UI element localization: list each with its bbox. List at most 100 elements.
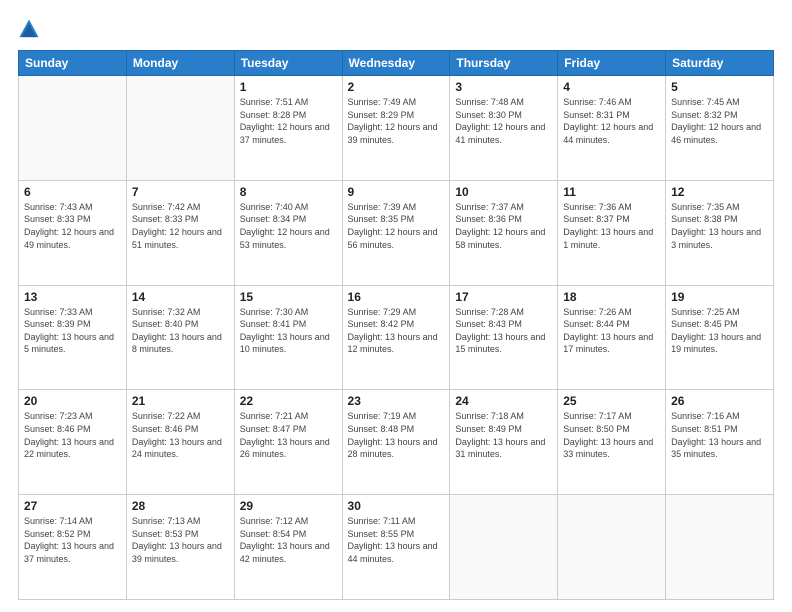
day-detail: Sunrise: 7:40 AM Sunset: 8:34 PM Dayligh… [240, 201, 337, 251]
week-row-5: 27Sunrise: 7:14 AM Sunset: 8:52 PM Dayli… [19, 495, 774, 600]
day-number: 22 [240, 394, 337, 408]
day-cell: 3 Sunrise: 7:48 AM Sunset: 8:30 PM Daylig… [450, 76, 558, 181]
day-number: 8 [240, 185, 337, 199]
day-detail: Sunrise: 7:51 AM Sunset: 8:28 PM Dayligh… [240, 96, 337, 146]
day-number: 3 [455, 80, 552, 94]
day-cell: 10 Sunrise: 7:37 AM Sunset: 8:36 PM Dayli… [450, 180, 558, 285]
day-detail: Sunrise: 7:49 AM Sunset: 8:29 PM Dayligh… [348, 96, 445, 146]
day-number: 20 [24, 394, 121, 408]
day-cell: 9Sunrise: 7:39 AM Sunset: 8:35 PM Daylig… [342, 180, 450, 285]
day-number: 14 [132, 290, 229, 304]
weekday-header-monday: Monday [126, 51, 234, 76]
day-cell: 29 Sunrise: 7:12 AM Sunset: 8:54 PM Dayli… [234, 495, 342, 600]
day-cell: 25 Sunrise: 7:17 AM Sunset: 8:50 PM Dayli… [558, 390, 666, 495]
day-cell: 20 Sunrise: 7:23 AM Sunset: 8:46 PM Dayli… [19, 390, 127, 495]
day-detail: Sunrise: 7:45 AM Sunset: 8:32 PM Dayligh… [671, 96, 768, 146]
day-cell: 5 Sunrise: 7:45 AM Sunset: 8:32 PM Daylig… [666, 76, 774, 181]
day-number: 12 [671, 185, 768, 199]
day-detail: Sunrise: 7:35 AM Sunset: 8:38 PM Dayligh… [671, 201, 768, 251]
day-cell: 16 Sunrise: 7:29 AM Sunset: 8:42 PM Dayli… [342, 285, 450, 390]
day-cell: 24 Sunrise: 7:18 AM Sunset: 8:49 PM Dayli… [450, 390, 558, 495]
day-detail: Sunrise: 7:19 AM Sunset: 8:48 PM Dayligh… [348, 410, 445, 460]
week-row-4: 20 Sunrise: 7:23 AM Sunset: 8:46 PM Dayli… [19, 390, 774, 495]
day-number: 16 [348, 290, 445, 304]
day-cell: 19Sunrise: 7:25 AM Sunset: 8:45 PM Dayli… [666, 285, 774, 390]
day-cell: 2Sunrise: 7:49 AM Sunset: 8:29 PM Daylig… [342, 76, 450, 181]
weekday-header-row: SundayMondayTuesdayWednesdayThursdayFrid… [19, 51, 774, 76]
day-detail: Sunrise: 7:46 AM Sunset: 8:31 PM Dayligh… [563, 96, 660, 146]
day-detail: Sunrise: 7:33 AM Sunset: 8:39 PM Dayligh… [24, 306, 121, 356]
day-cell [126, 76, 234, 181]
day-number: 30 [348, 499, 445, 513]
day-detail: Sunrise: 7:25 AM Sunset: 8:45 PM Dayligh… [671, 306, 768, 356]
day-cell: 23 Sunrise: 7:19 AM Sunset: 8:48 PM Dayli… [342, 390, 450, 495]
day-number: 4 [563, 80, 660, 94]
day-cell: 22Sunrise: 7:21 AM Sunset: 8:47 PM Dayli… [234, 390, 342, 495]
day-number: 23 [348, 394, 445, 408]
day-detail: Sunrise: 7:12 AM Sunset: 8:54 PM Dayligh… [240, 515, 337, 565]
day-cell: 30 Sunrise: 7:11 AM Sunset: 8:55 PM Dayli… [342, 495, 450, 600]
header [18, 18, 774, 40]
day-cell: 26 Sunrise: 7:16 AM Sunset: 8:51 PM Dayli… [666, 390, 774, 495]
day-cell: 7 Sunrise: 7:42 AM Sunset: 8:33 PM Daylig… [126, 180, 234, 285]
day-detail: Sunrise: 7:32 AM Sunset: 8:40 PM Dayligh… [132, 306, 229, 356]
day-detail: Sunrise: 7:18 AM Sunset: 8:49 PM Dayligh… [455, 410, 552, 460]
day-cell: 15 Sunrise: 7:30 AM Sunset: 8:41 PM Dayli… [234, 285, 342, 390]
day-detail: Sunrise: 7:48 AM Sunset: 8:30 PM Dayligh… [455, 96, 552, 146]
day-cell: 28 Sunrise: 7:13 AM Sunset: 8:53 PM Dayli… [126, 495, 234, 600]
day-detail: Sunrise: 7:37 AM Sunset: 8:36 PM Dayligh… [455, 201, 552, 251]
weekday-header-friday: Friday [558, 51, 666, 76]
day-number: 6 [24, 185, 121, 199]
day-cell: 12 Sunrise: 7:35 AM Sunset: 8:38 PM Dayli… [666, 180, 774, 285]
day-cell: 11 Sunrise: 7:36 AM Sunset: 8:37 PM Dayli… [558, 180, 666, 285]
day-cell: 13 Sunrise: 7:33 AM Sunset: 8:39 PM Dayli… [19, 285, 127, 390]
logo [18, 18, 44, 40]
day-cell: 21 Sunrise: 7:22 AM Sunset: 8:46 PM Dayli… [126, 390, 234, 495]
day-number: 5 [671, 80, 768, 94]
day-number: 26 [671, 394, 768, 408]
day-number: 24 [455, 394, 552, 408]
day-number: 11 [563, 185, 660, 199]
day-detail: Sunrise: 7:30 AM Sunset: 8:41 PM Dayligh… [240, 306, 337, 356]
day-number: 28 [132, 499, 229, 513]
weekday-header-wednesday: Wednesday [342, 51, 450, 76]
day-detail: Sunrise: 7:22 AM Sunset: 8:46 PM Dayligh… [132, 410, 229, 460]
day-detail: Sunrise: 7:17 AM Sunset: 8:50 PM Dayligh… [563, 410, 660, 460]
day-detail: Sunrise: 7:13 AM Sunset: 8:53 PM Dayligh… [132, 515, 229, 565]
week-row-2: 6 Sunrise: 7:43 AM Sunset: 8:33 PM Daylig… [19, 180, 774, 285]
day-number: 29 [240, 499, 337, 513]
day-detail: Sunrise: 7:14 AM Sunset: 8:52 PM Dayligh… [24, 515, 121, 565]
page: SundayMondayTuesdayWednesdayThursdayFrid… [0, 0, 792, 612]
week-row-3: 13 Sunrise: 7:33 AM Sunset: 8:39 PM Dayli… [19, 285, 774, 390]
day-detail: Sunrise: 7:29 AM Sunset: 8:42 PM Dayligh… [348, 306, 445, 356]
day-number: 15 [240, 290, 337, 304]
weekday-header-saturday: Saturday [666, 51, 774, 76]
day-detail: Sunrise: 7:26 AM Sunset: 8:44 PM Dayligh… [563, 306, 660, 356]
weekday-header-thursday: Thursday [450, 51, 558, 76]
day-number: 7 [132, 185, 229, 199]
day-detail: Sunrise: 7:11 AM Sunset: 8:55 PM Dayligh… [348, 515, 445, 565]
day-detail: Sunrise: 7:28 AM Sunset: 8:43 PM Dayligh… [455, 306, 552, 356]
day-detail: Sunrise: 7:42 AM Sunset: 8:33 PM Dayligh… [132, 201, 229, 251]
day-cell: 8 Sunrise: 7:40 AM Sunset: 8:34 PM Daylig… [234, 180, 342, 285]
day-number: 13 [24, 290, 121, 304]
day-cell: 1 Sunrise: 7:51 AM Sunset: 8:28 PM Daylig… [234, 76, 342, 181]
day-cell [450, 495, 558, 600]
day-detail: Sunrise: 7:39 AM Sunset: 8:35 PM Dayligh… [348, 201, 445, 251]
day-cell: 18 Sunrise: 7:26 AM Sunset: 8:44 PM Dayli… [558, 285, 666, 390]
day-number: 17 [455, 290, 552, 304]
day-number: 25 [563, 394, 660, 408]
day-number: 1 [240, 80, 337, 94]
weekday-header-sunday: Sunday [19, 51, 127, 76]
day-number: 18 [563, 290, 660, 304]
day-detail: Sunrise: 7:16 AM Sunset: 8:51 PM Dayligh… [671, 410, 768, 460]
day-detail: Sunrise: 7:36 AM Sunset: 8:37 PM Dayligh… [563, 201, 660, 251]
day-number: 10 [455, 185, 552, 199]
day-cell: 6 Sunrise: 7:43 AM Sunset: 8:33 PM Daylig… [19, 180, 127, 285]
day-number: 21 [132, 394, 229, 408]
weekday-header-tuesday: Tuesday [234, 51, 342, 76]
day-cell: 4 Sunrise: 7:46 AM Sunset: 8:31 PM Daylig… [558, 76, 666, 181]
day-cell: 17 Sunrise: 7:28 AM Sunset: 8:43 PM Dayli… [450, 285, 558, 390]
day-detail: Sunrise: 7:23 AM Sunset: 8:46 PM Dayligh… [24, 410, 121, 460]
day-detail: Sunrise: 7:43 AM Sunset: 8:33 PM Dayligh… [24, 201, 121, 251]
